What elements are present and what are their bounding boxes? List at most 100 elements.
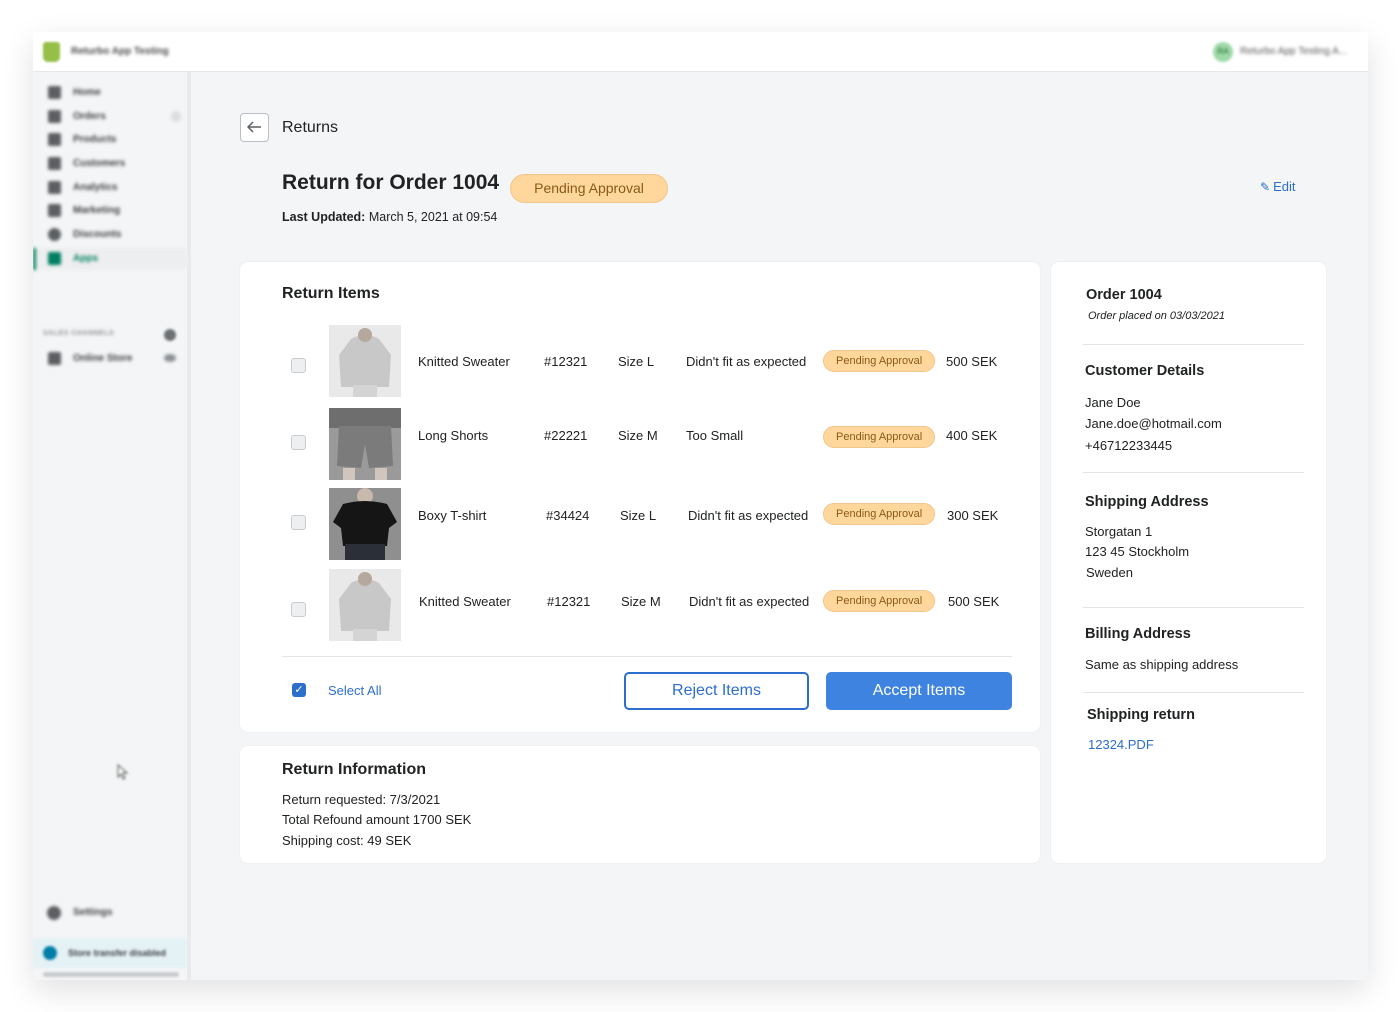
product-image	[329, 569, 401, 641]
last-updated: Last Updated: March 5, 2021 at 09:54	[282, 210, 497, 224]
orders-badge	[171, 111, 181, 122]
sidebar-item-discounts[interactable]: Discounts	[33, 224, 187, 246]
shipping-address-heading: Shipping Address	[1085, 494, 1209, 510]
accept-items-button[interactable]: Accept Items	[826, 672, 1012, 710]
item-name: Knitted Sweater	[418, 354, 510, 369]
product-image	[329, 325, 401, 397]
orders-icon	[48, 110, 61, 123]
divider	[1083, 344, 1304, 345]
order-title: Order 1004	[1086, 287, 1162, 303]
item-checkbox[interactable]	[291, 358, 306, 373]
item-name: Knitted Sweater	[419, 594, 511, 609]
sales-channels-heading: SALES CHANNELS	[43, 330, 115, 337]
person-icon	[48, 157, 61, 170]
customer-phone: +46712233445	[1085, 438, 1173, 453]
divider	[1083, 692, 1304, 693]
item-size: Size L	[620, 508, 657, 523]
sidebar-item-online-store[interactable]: Online Store	[33, 348, 187, 370]
sidebar-item-label: Analytics	[73, 182, 118, 193]
page-title: Return for Order 1004	[282, 171, 500, 194]
item-checkbox[interactable]	[291, 435, 306, 450]
sidebar-item-label: Customers	[73, 158, 126, 169]
status-badge: Pending Approval	[510, 174, 668, 203]
add-channel-icon[interactable]	[164, 329, 176, 341]
item-sku: #12321	[547, 594, 591, 609]
table-row: Knitted Sweater #12321 Size M Didn't fit…	[240, 569, 1040, 641]
customer-details-heading: Customer Details	[1085, 363, 1205, 379]
bar-chart-icon	[48, 181, 61, 194]
total-refund: Total Refound amount 1700 SEK	[282, 812, 472, 827]
item-price: 400 SEK	[946, 428, 998, 443]
item-sku: #12321	[544, 354, 588, 369]
sidebar: Home Orders Products Customers Analytics…	[33, 72, 191, 980]
item-size: Size M	[618, 428, 658, 443]
return-items-title: Return Items	[282, 285, 380, 302]
item-reason: Didn't fit as expected	[688, 508, 809, 523]
table-row: Knitted Sweater #12321 Size L Didn't fit…	[240, 325, 1040, 397]
back-button[interactable]	[240, 113, 269, 142]
shipping-address-line: Sweden	[1086, 565, 1133, 580]
store-transfer-label: Store transfer disabled	[68, 948, 167, 958]
pencil-icon: ✎	[1260, 180, 1271, 194]
sidebar-item-marketing[interactable]: Marketing	[33, 200, 187, 222]
order-details-card: Order 1004 Order placed on 03/03/2021 Cu…	[1051, 262, 1326, 863]
shipping-address-line: 123 45 Stockholm	[1085, 544, 1190, 559]
sidebar-item-apps[interactable]: Apps	[33, 248, 187, 270]
item-reason: Didn't fit as expected	[686, 354, 807, 369]
store-name: Returbo App Testing	[71, 46, 169, 57]
sidebar-item-orders[interactable]: Orders	[33, 106, 187, 128]
item-size: Size L	[618, 354, 655, 369]
customer-email: Jane.doe@hotmail.com	[1085, 416, 1222, 431]
return-items-card: Return Items Knitted Sweater #12321 Size…	[240, 262, 1040, 732]
item-checkbox[interactable]	[291, 515, 306, 530]
sidebar-item-customers[interactable]: Customers	[33, 153, 187, 175]
return-information-card: Return Information Return requested: 7/3…	[240, 746, 1040, 863]
item-reason: Too Small	[686, 428, 744, 443]
sidebar-item-label: Discounts	[73, 229, 122, 240]
item-price: 500 SEK	[946, 354, 998, 369]
divider	[1083, 472, 1304, 473]
sidebar-item-products[interactable]: Products	[33, 129, 187, 151]
home-icon	[48, 86, 61, 99]
gear-icon	[47, 906, 61, 920]
item-checkbox[interactable]	[291, 602, 306, 617]
item-name: Long Shorts	[418, 428, 489, 443]
customer-name: Jane Doe	[1085, 395, 1141, 410]
item-status-badge: Pending Approval	[823, 426, 936, 448]
sidebar-item-home[interactable]: Home	[33, 82, 187, 104]
product-image	[329, 488, 401, 560]
eye-icon[interactable]	[164, 354, 176, 362]
account-name[interactable]: Returbo App Testing A...	[1240, 46, 1347, 57]
breadcrumb[interactable]: Returns	[282, 119, 338, 137]
tag-icon	[48, 133, 61, 146]
top-bar: Returbo App Testing RA Returbo App Testi…	[33, 32, 1368, 72]
shipping-cost: Shipping cost: 49 SEK	[282, 833, 412, 848]
return-requested: Return requested: 7/3/2021	[282, 792, 441, 807]
table-row: Boxy T-shirt #34424 Size L Didn't fit as…	[240, 488, 1040, 560]
edit-label: Edit	[1273, 179, 1296, 194]
item-price: 300 SEK	[947, 508, 999, 523]
sidebar-item-label: Apps	[73, 253, 98, 264]
sidebar-item-label: Online Store	[73, 353, 133, 364]
shipping-return-file-link[interactable]: 12324.PDF	[1088, 737, 1154, 752]
shipping-address-line: Storgatan 1	[1085, 524, 1153, 539]
account-avatar[interactable]: RA	[1213, 42, 1233, 62]
app-window: Returbo App Testing RA Returbo App Testi…	[33, 32, 1368, 980]
select-all-link[interactable]: Select All	[328, 683, 381, 698]
billing-address-heading: Billing Address	[1085, 626, 1191, 642]
product-image	[329, 408, 401, 480]
billing-address-value: Same as shipping address	[1085, 657, 1239, 672]
discount-icon	[48, 228, 61, 241]
megaphone-icon	[48, 204, 61, 217]
sidebar-item-settings[interactable]: Settings	[33, 902, 187, 924]
info-icon	[43, 946, 57, 960]
sidebar-item-analytics[interactable]: Analytics	[33, 177, 187, 199]
shipping-return-heading: Shipping return	[1087, 707, 1195, 723]
sidebar-item-label: Home	[73, 87, 101, 98]
select-all-checkbox[interactable]: ✓	[292, 683, 306, 697]
edit-button[interactable]: ✎ Edit	[1260, 179, 1295, 194]
item-status-badge: Pending Approval	[823, 350, 936, 372]
sidebar-scrollbar[interactable]	[43, 972, 179, 977]
item-price: 500 SEK	[948, 594, 1000, 609]
reject-items-button[interactable]: Reject Items	[624, 672, 809, 710]
